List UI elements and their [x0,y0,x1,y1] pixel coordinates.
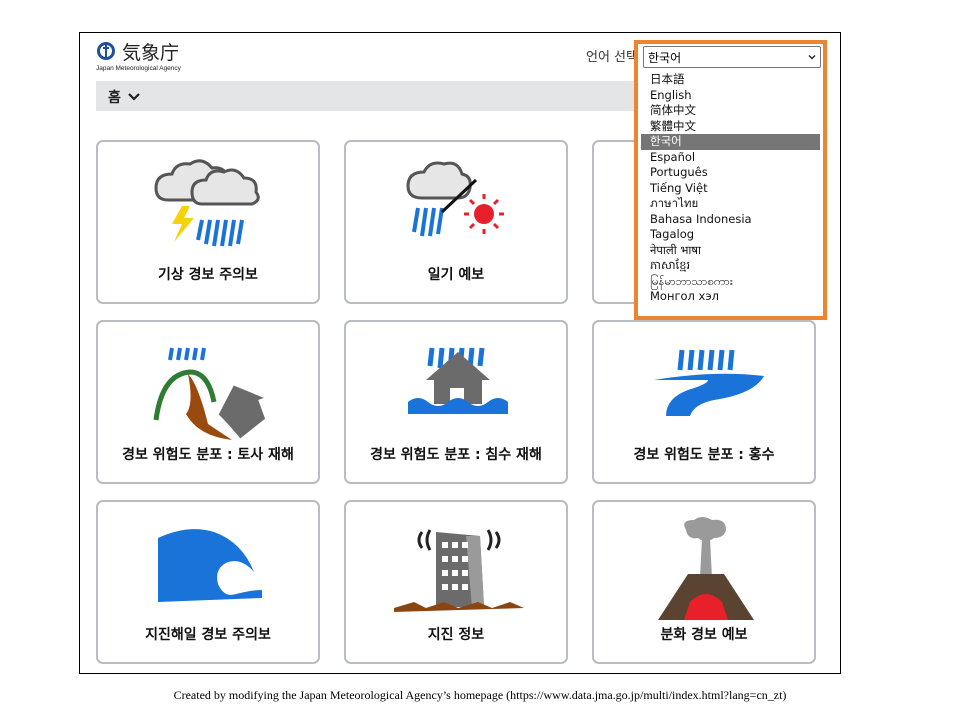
language-option[interactable]: ភាសាខ្មែរ [641,258,820,274]
card-earthquake-info[interactable]: 지진 정보 [344,500,568,664]
language-select-label: 언어 선택 [586,50,638,65]
card-volcanic-warnings[interactable]: 분화 경보 예보 [592,500,816,664]
card-tsunami-warnings[interactable]: 지진해일 경보 주의보 [96,500,320,664]
card-label: 경보 위험도 분포 : 홍수 [633,447,775,463]
logo-subtitle: Japan Meteorological Agency [96,65,181,72]
language-option[interactable]: Tagalog [641,227,820,243]
card-label: 분화 경보 예보 [660,627,748,643]
language-options: 日本語 English 简体中文 繁體中文 한국어 Español Portug… [638,72,823,305]
language-option[interactable]: Bahasa Indonesia [641,212,820,228]
language-option[interactable]: မြန်မာဘာသာစကား [641,274,820,290]
language-option[interactable]: नेपाली भाषा [641,243,820,259]
language-option[interactable]: 日本語 [641,72,820,88]
card-label: 지진해일 경보 주의보 [145,627,271,643]
jma-logo[interactable]: 気象庁 Japan Meteorological Agency [94,39,204,73]
card-landslide-risk[interactable]: 경보 위험도 분포 : 토사 재해 [96,320,320,484]
nav-home-menu[interactable]: 홈 [108,87,141,107]
language-option[interactable]: ภาษาไทย [641,196,820,212]
language-dropdown-list[interactable]: 한국어 日本語 English 简体中文 繁體中文 한국어 Español Po… [634,40,827,320]
card-inundation-risk[interactable]: 경보 위험도 분포 : 침수 재해 [344,320,568,484]
card-flood-risk[interactable]: 경보 위험도 분포 : 홍수 [592,320,816,484]
card-label: 경보 위험도 분포 : 토사 재해 [122,447,294,463]
chevron-down-icon [808,55,816,60]
source-caption: Created by modifying the Japan Meteorolo… [173,688,787,702]
language-option-selected[interactable]: 한국어 [641,134,820,150]
language-option[interactable]: Tiếng Việt [641,181,820,197]
card-weather-forecast[interactable]: 일기 예보 [344,140,568,304]
language-option[interactable]: Español [641,150,820,166]
language-select-open[interactable]: 한국어 [643,46,821,68]
jma-emblem-icon [97,42,115,60]
card-label: 일기 예보 [427,267,485,283]
logo-text: 気象庁 [122,42,180,64]
card-label: 지진 정보 [427,627,485,643]
language-option[interactable]: 简体中文 [641,103,820,119]
language-option[interactable]: Монгол хэл [641,289,820,305]
chevron-down-icon [128,93,140,101]
card-weather-warnings[interactable]: 기상 경보 주의보 [96,140,320,304]
language-select-open-value: 한국어 [648,51,682,65]
language-option[interactable]: Português [641,165,820,181]
card-label: 기상 경보 주의보 [158,267,258,283]
language-option[interactable]: 繁體中文 [641,119,820,135]
card-label: 경보 위험도 분포 : 침수 재해 [370,447,542,463]
nav-home-label: 홈 [108,90,121,106]
language-option[interactable]: English [641,88,820,104]
